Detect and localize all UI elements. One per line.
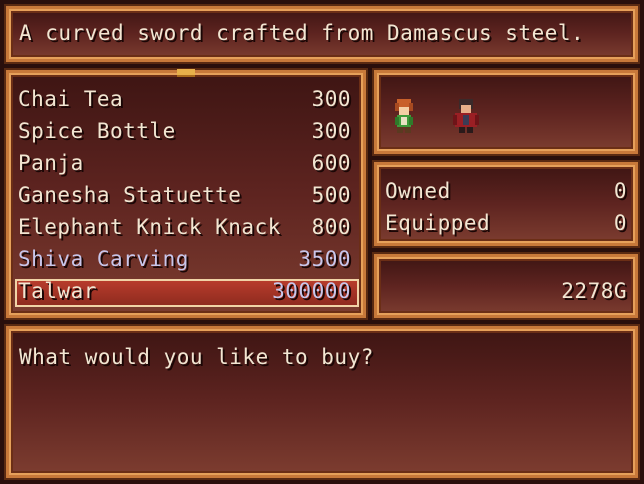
item-price: 300 bbox=[311, 119, 351, 143]
warrior-sprite-icon bbox=[453, 99, 479, 133]
help-text: A curved sword crafted from Damascus ste… bbox=[19, 21, 585, 45]
list-item[interactable]: Shiva Carving 3500 bbox=[9, 245, 359, 277]
crown-icon bbox=[177, 69, 195, 77]
item-price: 500 bbox=[311, 183, 351, 207]
gold-window: 2278G bbox=[372, 252, 640, 320]
possession-window: Owned 0 Equipped 0 bbox=[372, 160, 640, 248]
item-price: 3500 bbox=[298, 247, 351, 271]
buy-list-window: Chai Tea 300 Spice Bottle 300 Panja 600 … bbox=[4, 68, 368, 320]
item-name: Spice Bottle bbox=[18, 119, 176, 143]
list-item[interactable]: Ganesha Statuette 500 bbox=[9, 181, 359, 213]
gold-value: 2278G bbox=[561, 279, 627, 303]
item-name: Panja bbox=[18, 151, 84, 175]
list-item[interactable]: Panja 600 bbox=[9, 149, 359, 181]
item-price: 800 bbox=[311, 215, 351, 239]
item-name: Ganesha Statuette bbox=[18, 183, 242, 207]
message-window: What would you like to buy? bbox=[4, 324, 640, 480]
list-item-selected[interactable]: Talwar 300000 bbox=[9, 277, 359, 309]
list-item[interactable]: Elephant Knick Knack 800 bbox=[9, 213, 359, 245]
item-name: Chai Tea bbox=[18, 87, 124, 111]
item-price: 300 bbox=[311, 87, 351, 111]
party-window bbox=[372, 68, 640, 156]
item-price: 600 bbox=[311, 151, 351, 175]
equipped-label: Equipped bbox=[385, 211, 491, 235]
help-window: A curved sword crafted from Damascus ste… bbox=[4, 4, 640, 64]
equipped-value: 0 bbox=[613, 211, 627, 235]
item-price: 300000 bbox=[272, 279, 351, 303]
message-text: What would you like to buy? bbox=[19, 345, 374, 369]
item-name: Talwar bbox=[18, 279, 97, 303]
list-item[interactable]: Spice Bottle 300 bbox=[9, 117, 359, 149]
owned-label: Owned bbox=[385, 179, 451, 203]
item-name: Shiva Carving bbox=[18, 247, 189, 271]
list-item[interactable]: Chai Tea 300 bbox=[9, 85, 359, 117]
hero-sprite-icon bbox=[395, 99, 413, 133]
item-name: Elephant Knick Knack bbox=[18, 215, 281, 239]
owned-value: 0 bbox=[613, 179, 627, 203]
